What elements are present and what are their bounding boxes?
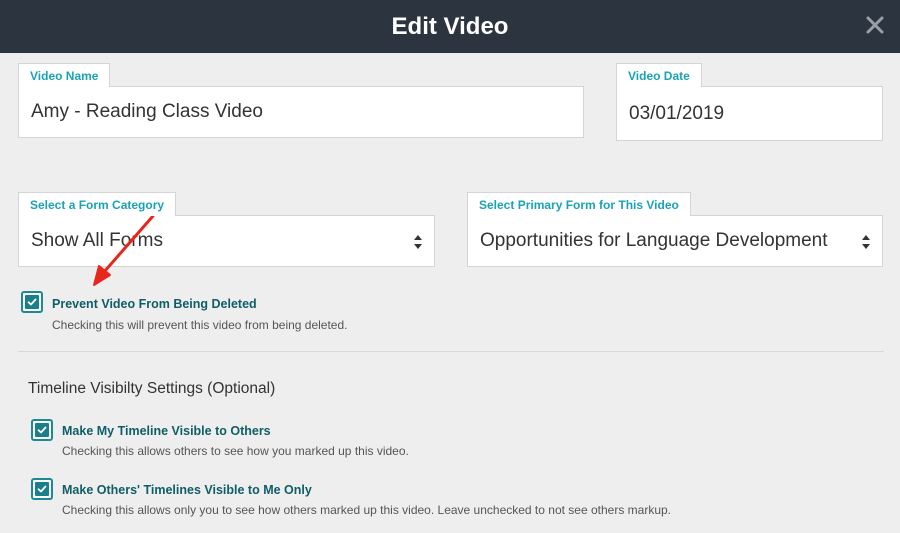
primary-form-value: Opportunities for Language Development — [480, 230, 828, 251]
video-name-label: Video Name — [18, 63, 111, 87]
timeline-visible-checkbox[interactable] — [31, 419, 53, 441]
timeline-section-title: Timeline Visibilty Settings (Optional) — [28, 380, 276, 397]
check-icon — [27, 298, 37, 306]
form-category-value: Show All Forms — [31, 230, 163, 251]
prevent-delete-help: Checking this will prevent this video fr… — [52, 318, 348, 332]
video-name-input[interactable]: Amy - Reading Class Video — [18, 86, 584, 138]
primary-form-label: Select Primary Form for This Video — [467, 192, 691, 216]
form-category-label: Select a Form Category — [18, 192, 177, 216]
select-arrows-icon — [862, 235, 870, 249]
video-date-field: Video Date 03/01/2019 — [616, 63, 883, 141]
others-timelines-help: Checking this allows only you to see how… — [62, 503, 672, 517]
check-icon — [37, 485, 47, 493]
form-category-select[interactable]: Show All Forms — [18, 215, 435, 267]
prevent-delete-checkbox[interactable] — [21, 291, 43, 313]
prevent-delete-label[interactable]: Prevent Video From Being Deleted — [52, 297, 257, 311]
form-category-field: Select a Form Category Show All Forms — [18, 192, 435, 267]
close-icon[interactable] — [864, 14, 886, 36]
check-icon — [37, 426, 47, 434]
dialog-title: Edit Video — [391, 13, 509, 40]
video-name-value: Amy - Reading Class Video — [31, 101, 263, 122]
select-arrows-icon — [414, 235, 422, 249]
video-date-value: 03/01/2019 — [629, 103, 725, 124]
timeline-visible-help: Checking this allows others to see how y… — [62, 444, 409, 458]
primary-form-select[interactable]: Opportunities for Language Development — [467, 215, 883, 267]
others-timelines-checkbox[interactable] — [31, 478, 53, 500]
timeline-visible-label[interactable]: Make My Timeline Visible to Others — [62, 424, 271, 438]
section-divider — [18, 351, 884, 352]
others-timelines-label[interactable]: Make Others' Timelines Visible to Me Onl… — [62, 483, 312, 497]
video-name-field: Video Name Amy - Reading Class Video — [18, 63, 584, 138]
video-date-input[interactable]: 03/01/2019 — [616, 86, 883, 141]
video-date-label: Video Date — [616, 63, 702, 87]
primary-form-field: Select Primary Form for This Video Oppor… — [467, 192, 883, 267]
